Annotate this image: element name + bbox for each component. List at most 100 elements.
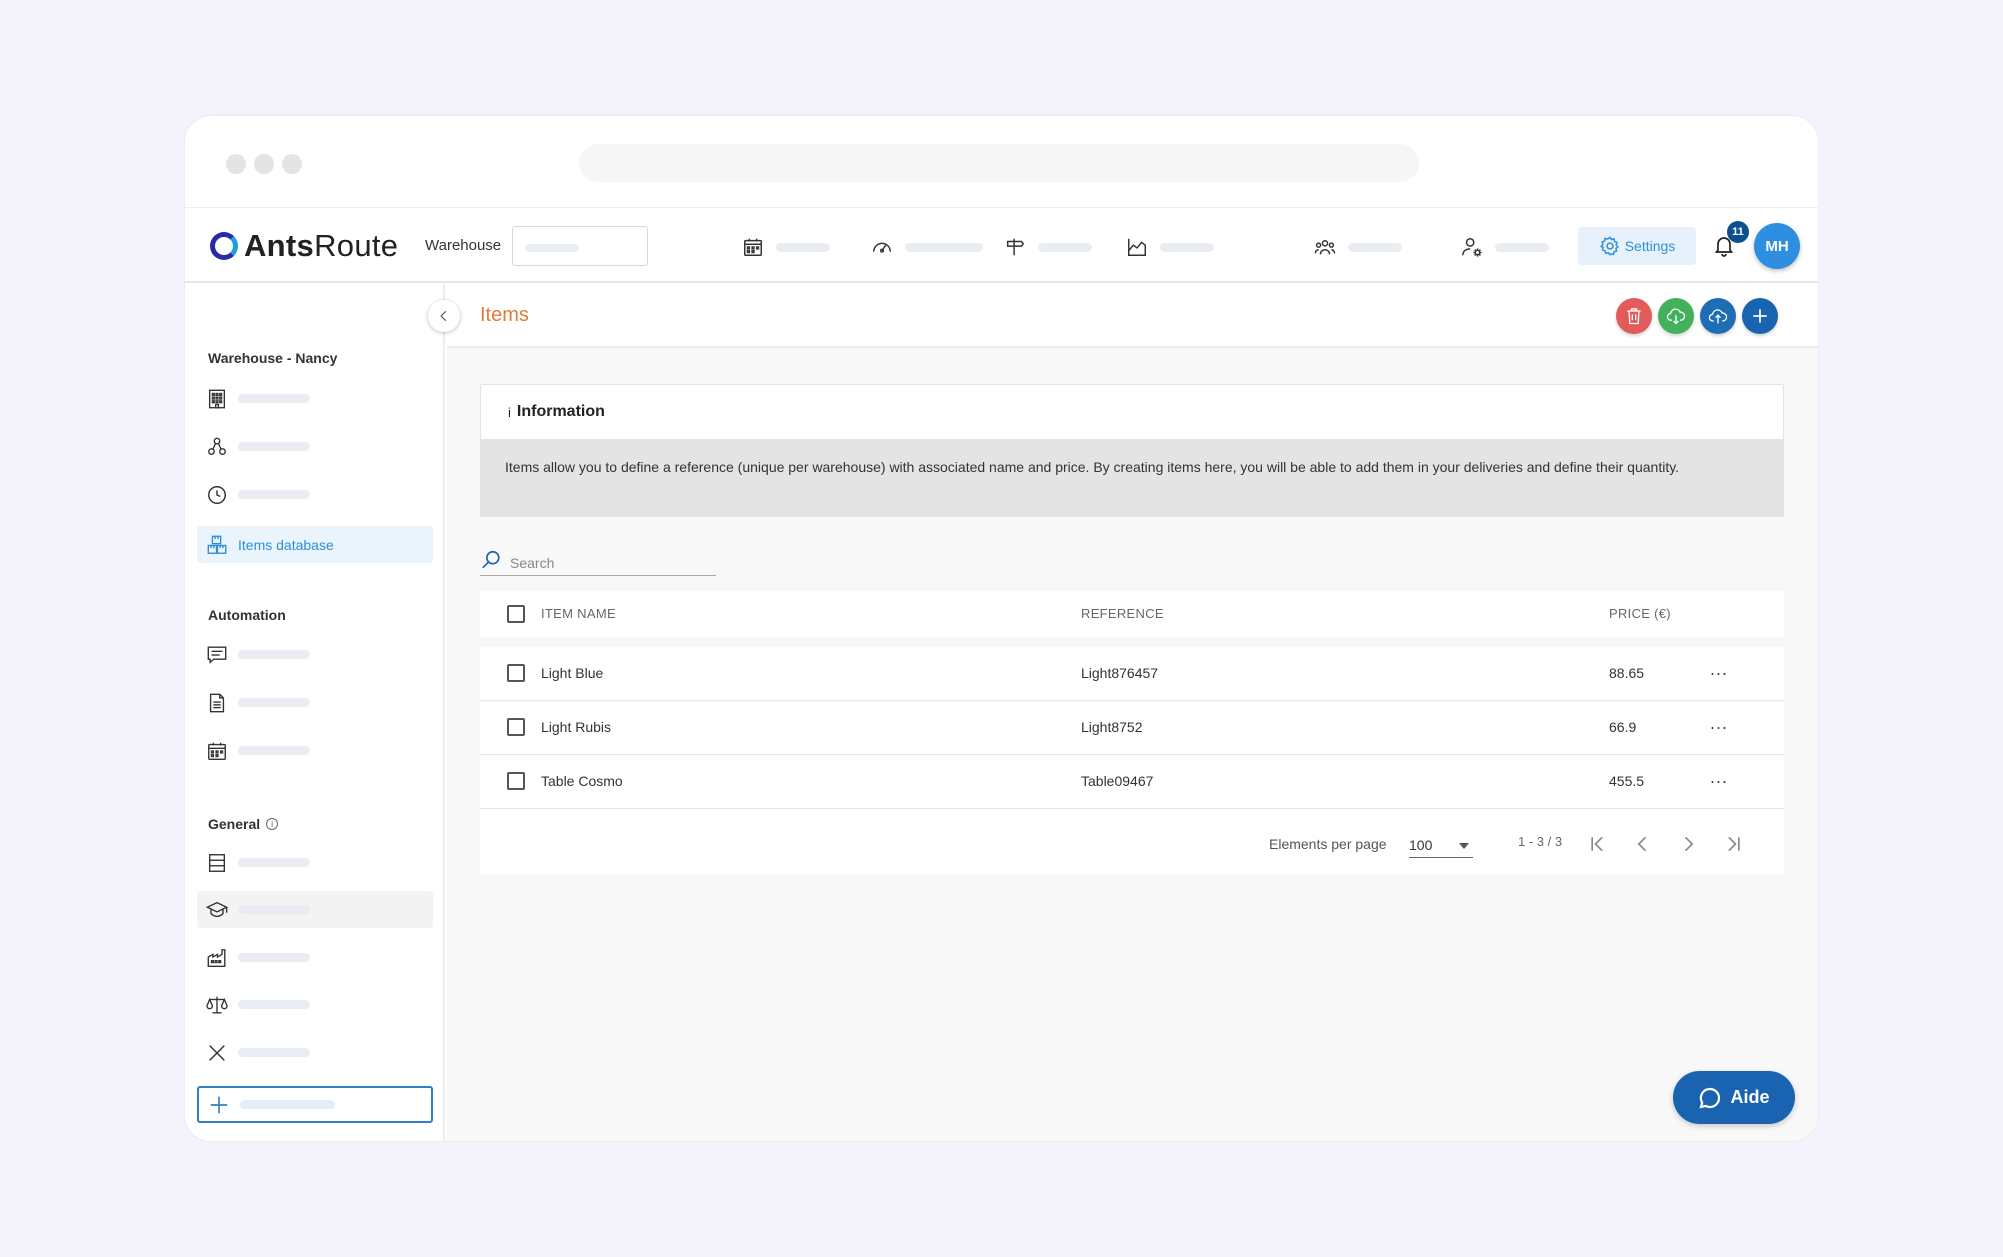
row-checkbox[interactable]: [507, 718, 525, 736]
per-page-label: Elements per page: [1269, 836, 1387, 852]
window-minimize-dot[interactable]: [254, 154, 274, 174]
table-row[interactable]: Table Cosmo Table09467 455.5 ...: [480, 755, 1784, 809]
factory-icon: [207, 948, 226, 967]
nav-statistics[interactable]: [1126, 236, 1214, 258]
column-header-price[interactable]: PRICE (€): [1609, 606, 1671, 621]
sidebar-item-network[interactable]: [197, 428, 433, 465]
table-row[interactable]: Light Blue Light876457 88.65 ...: [480, 647, 1784, 701]
cloud-download-icon: [1666, 308, 1686, 325]
nav-planning[interactable]: [742, 236, 830, 258]
sidebar: Warehouse - Nancy Items database Automat…: [185, 284, 445, 1141]
chevron-down-icon: [1459, 843, 1469, 849]
column-header-item-name[interactable]: ITEM NAME: [541, 606, 616, 621]
item-name: Light Rubis: [541, 719, 612, 735]
row-checkbox[interactable]: [507, 664, 525, 682]
settings-button[interactable]: Settings: [1578, 227, 1696, 265]
item-name: Light Blue: [541, 665, 604, 681]
sidebar-item-calendar[interactable]: [197, 732, 433, 769]
sidebar-item-messages[interactable]: [197, 636, 433, 673]
app-logo[interactable]: AntsRoute: [210, 228, 398, 264]
document-icon: [209, 693, 225, 712]
warehouse-select[interactable]: [512, 226, 648, 266]
nav-routes[interactable]: [1004, 236, 1092, 258]
information-card: i Information Items allow you to define …: [480, 384, 1784, 517]
page-title: Items: [480, 304, 529, 326]
sidebar-item-training[interactable]: [197, 891, 433, 928]
nav-users[interactable]: [1461, 236, 1549, 258]
search-icon: [482, 550, 500, 569]
address-bar[interactable]: [579, 144, 1419, 182]
speedometer-icon: [873, 242, 891, 253]
sidebar-item-schedule[interactable]: [197, 476, 433, 513]
sidebar-item-items-database[interactable]: Items database: [197, 526, 433, 563]
page-range: 1 - 3 / 3: [1518, 834, 1563, 849]
delete-button[interactable]: [1616, 298, 1652, 334]
item-reference: Light876457: [1081, 665, 1159, 681]
sidebar-item-list[interactable]: [197, 844, 433, 881]
message-icon: [207, 646, 227, 664]
sidebar-item-factory[interactable]: [197, 939, 433, 976]
row-more-menu-icon[interactable]: ...: [1710, 659, 1728, 680]
sidebar-section-title: Automation: [208, 607, 286, 623]
notification-count-badge: 11: [1727, 221, 1749, 243]
chevron-right-icon: [1684, 836, 1694, 852]
signpost-icon: [1006, 238, 1025, 256]
help-button[interactable]: Aide: [1673, 1071, 1795, 1124]
calendar-icon: [208, 742, 226, 760]
building-icon: [208, 389, 226, 408]
sidebar-collapse-button[interactable]: [428, 300, 460, 332]
previous-page-button[interactable]: [1630, 831, 1656, 857]
row-more-menu-icon[interactable]: ...: [1710, 713, 1728, 734]
per-page-select[interactable]: 100: [1409, 832, 1473, 858]
app-window: AntsRoute Warehouse Settings 11 MH Wareh…: [185, 116, 1818, 1141]
logo-mark-icon: [210, 232, 238, 260]
boxes-icon: [207, 535, 227, 554]
page-header: Items: [447, 284, 1818, 348]
info-icon: i: [508, 404, 511, 420]
main-content: Items i Information Items allow you to d…: [447, 284, 1818, 1141]
user-avatar[interactable]: MH: [1754, 223, 1800, 269]
first-page-button[interactable]: [1585, 831, 1611, 857]
last-page-button[interactable]: [1720, 831, 1746, 857]
last-page-icon: [1728, 836, 1740, 852]
table-row[interactable]: Light Rubis Light8752 66.9 ...: [480, 701, 1784, 755]
information-title: Information: [516, 403, 605, 420]
upload-button[interactable]: [1700, 298, 1736, 334]
sidebar-add-button[interactable]: [197, 1086, 433, 1123]
trash-icon: [1627, 308, 1641, 325]
item-price: 66.9: [1609, 719, 1637, 735]
next-page-button[interactable]: [1675, 831, 1701, 857]
information-text: Items allow you to define a reference (u…: [481, 439, 1783, 516]
window-maximize-dot[interactable]: [282, 154, 302, 174]
window-close-dot[interactable]: [226, 154, 246, 174]
cloud-upload-icon: [1708, 309, 1728, 324]
graduation-cap-icon: [206, 901, 228, 917]
select-all-checkbox[interactable]: [507, 605, 525, 623]
table-header: ITEM NAME REFERENCE PRICE (€): [480, 591, 1784, 637]
sidebar-item-documents[interactable]: [197, 684, 433, 721]
scale-balance-icon: [206, 996, 228, 1013]
sidebar-item-close[interactable]: [197, 1034, 433, 1071]
sidebar-item-warehouse[interactable]: [197, 380, 433, 417]
nav-resources[interactable]: [1314, 236, 1402, 258]
list-icon: [208, 853, 226, 872]
first-page-icon: [1591, 836, 1603, 852]
sidebar-item-label: Items database: [238, 536, 334, 553]
download-button[interactable]: [1658, 298, 1694, 334]
plus-icon: [210, 1096, 228, 1113]
row-more-menu-icon[interactable]: ...: [1710, 767, 1728, 788]
column-header-reference[interactable]: REFERENCE: [1081, 606, 1164, 621]
nav-dashboard[interactable]: [871, 236, 983, 258]
browser-chrome: [185, 116, 1818, 208]
row-checkbox[interactable]: [507, 772, 525, 790]
item-reference: Table09467: [1081, 773, 1154, 789]
search-input[interactable]: [510, 555, 690, 571]
search-field: [480, 546, 716, 576]
sidebar-item-legal[interactable]: [197, 986, 433, 1023]
info-icon[interactable]: i: [266, 818, 279, 830]
item-reference: Light8752: [1081, 719, 1143, 735]
calendar-icon: [744, 238, 762, 256]
add-item-button[interactable]: [1742, 298, 1778, 334]
area-chart-icon: [1128, 238, 1146, 256]
sidebar-section-title: General i: [208, 816, 279, 832]
